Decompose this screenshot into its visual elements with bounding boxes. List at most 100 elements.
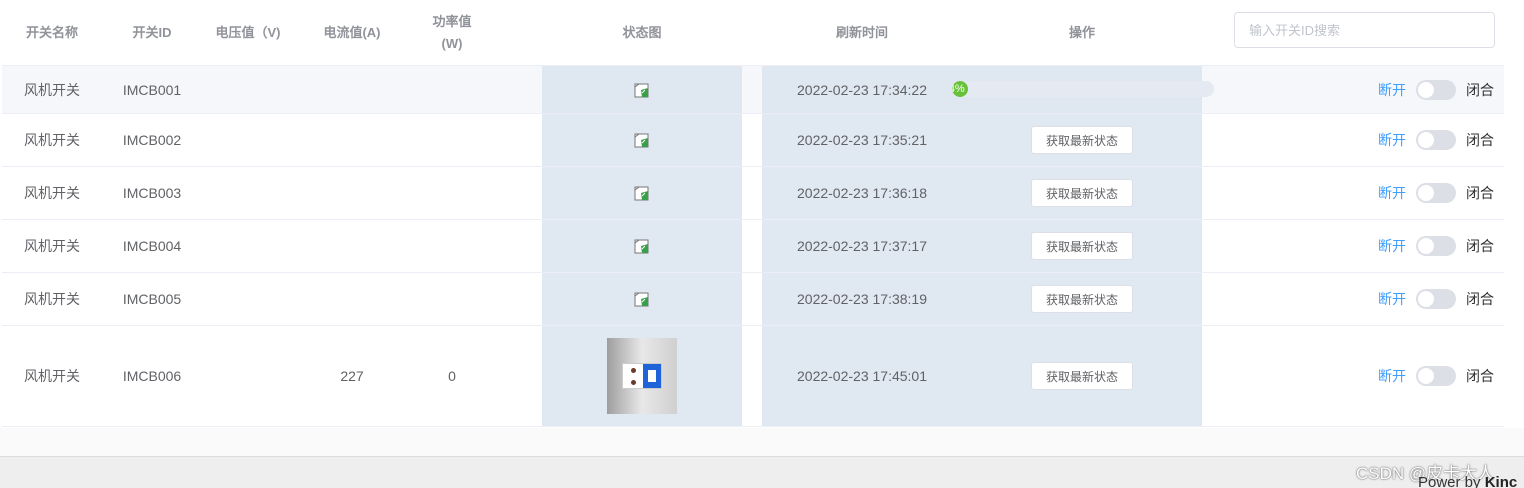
status-cell bbox=[542, 273, 742, 325]
off-label[interactable]: 断开 bbox=[1378, 130, 1406, 150]
table-row: 风机开关 IMCB006 227 0 2022-02-23 17:45:01 获… bbox=[2, 326, 1504, 427]
power-value bbox=[402, 167, 502, 219]
header-voltage: 电压值（V) bbox=[215, 24, 281, 40]
power-by-prefix: Power by bbox=[1418, 474, 1485, 488]
header-action: 操作 bbox=[1068, 24, 1095, 40]
breaker-status-icon[interactable] bbox=[633, 184, 651, 202]
switch-id: IMCB002 bbox=[122, 132, 182, 148]
header-status-image: 状态图 bbox=[622, 24, 662, 40]
switch-control: 断开 闭合 bbox=[1302, 114, 1502, 166]
power-toggle[interactable] bbox=[1416, 366, 1456, 386]
toggle-knob bbox=[1418, 185, 1434, 201]
on-label[interactable]: 闭合 bbox=[1466, 130, 1494, 150]
refresh-time: 2022-02-23 17:35:21 bbox=[762, 114, 962, 166]
switch-name: 风机开关 bbox=[24, 368, 80, 384]
on-label[interactable]: 闭合 bbox=[1466, 183, 1494, 203]
search-input[interactable] bbox=[1234, 12, 1495, 48]
get-latest-status-button[interactable]: 获取最新状态 bbox=[1030, 285, 1133, 313]
toggle-knob bbox=[1418, 132, 1434, 148]
power-toggle[interactable] bbox=[1416, 236, 1456, 256]
switch-id: IMCB004 bbox=[122, 238, 182, 254]
action-cell: 获取最新状态 bbox=[962, 220, 1202, 272]
switch-control: 断开 闭合 bbox=[1302, 167, 1502, 219]
current-value bbox=[302, 66, 402, 113]
breaker-status-icon[interactable] bbox=[633, 237, 651, 255]
power-toggle[interactable] bbox=[1416, 289, 1456, 309]
voltage-value bbox=[202, 114, 294, 166]
current-value: 227 bbox=[340, 368, 364, 384]
power-by-brand: Kinc bbox=[1484, 474, 1518, 488]
action-cell: 获取最新状态 bbox=[962, 273, 1202, 325]
header-power-line2: (W) bbox=[441, 35, 463, 51]
breaker-photo[interactable] bbox=[607, 338, 677, 414]
switch-name: 风机开关 bbox=[24, 132, 80, 148]
status-cell bbox=[542, 114, 742, 166]
action-cell: 获取最新状态 bbox=[962, 326, 1202, 426]
power-toggle[interactable] bbox=[1416, 79, 1456, 100]
header-power-line1: 功率值 bbox=[432, 13, 472, 29]
switch-id: IMCB003 bbox=[122, 185, 182, 201]
on-label[interactable]: 闭合 bbox=[1466, 289, 1494, 309]
switch-id: IMCB001 bbox=[122, 81, 182, 98]
current-value bbox=[302, 273, 402, 325]
on-label[interactable]: 闭合 bbox=[1466, 236, 1494, 256]
power-toggle[interactable] bbox=[1416, 130, 1456, 150]
table-bottom-spacer bbox=[0, 428, 1524, 456]
on-label[interactable]: 闭合 bbox=[1466, 80, 1494, 100]
table-row: 风机开关 IMCB001 2022-02-23 17:34:22 4% 断开 闭… bbox=[2, 66, 1504, 114]
get-latest-status-button[interactable]: 获取最新状态 bbox=[1030, 232, 1133, 260]
progress-fill: 4% bbox=[952, 81, 968, 97]
toggle-knob bbox=[1418, 368, 1434, 384]
power-by-text: Power by Kinc bbox=[1418, 474, 1517, 488]
refresh-time: 2022-02-23 17:34:22 bbox=[762, 66, 962, 113]
get-latest-status-button[interactable]: 获取最新状态 bbox=[1030, 362, 1133, 390]
switch-id: IMCB006 bbox=[122, 368, 182, 384]
switch-control: 断开 闭合 bbox=[1302, 326, 1502, 426]
refresh-time: 2022-02-23 17:36:18 bbox=[762, 167, 962, 219]
table-row: 风机开关 IMCB002 2022-02-23 17:35:21 获取最新状态 … bbox=[2, 114, 1504, 167]
voltage-value bbox=[202, 273, 294, 325]
off-label[interactable]: 断开 bbox=[1378, 289, 1406, 309]
switch-control: 断开 闭合 bbox=[1302, 273, 1502, 325]
switch-control: 断开 闭合 bbox=[1302, 66, 1502, 113]
progress-percent: 4% bbox=[952, 83, 965, 95]
switch-name: 风机开关 bbox=[24, 238, 80, 254]
refresh-time: 2022-02-23 17:45:01 bbox=[762, 326, 962, 426]
switch-name: 风机开关 bbox=[24, 291, 80, 307]
toggle-knob bbox=[1418, 81, 1434, 98]
off-label[interactable]: 断开 bbox=[1378, 183, 1406, 203]
table-row: 风机开关 IMCB004 2022-02-23 17:37:17 获取最新状态 … bbox=[2, 220, 1504, 273]
header-switch-id: 开关ID bbox=[132, 24, 172, 40]
power-toggle[interactable] bbox=[1416, 183, 1456, 203]
current-value bbox=[302, 167, 402, 219]
loading-progress-bar: 4% bbox=[952, 81, 1214, 97]
power-value bbox=[402, 220, 502, 272]
refresh-time: 2022-02-23 17:38:19 bbox=[762, 273, 962, 325]
get-latest-status-button[interactable]: 获取最新状态 bbox=[1030, 126, 1133, 154]
action-cell: 获取最新状态 bbox=[962, 114, 1202, 166]
breaker-status-icon[interactable] bbox=[633, 81, 651, 99]
breaker-graphic bbox=[622, 363, 662, 389]
switch-name: 风机开关 bbox=[24, 185, 80, 201]
voltage-value bbox=[202, 66, 294, 113]
status-cell bbox=[542, 220, 742, 272]
toggle-knob bbox=[1418, 238, 1434, 254]
on-label[interactable]: 闭合 bbox=[1466, 366, 1494, 386]
breaker-status-icon[interactable] bbox=[633, 290, 651, 308]
header-refresh-time: 刷新时间 bbox=[835, 24, 888, 40]
get-latest-status-button[interactable]: 获取最新状态 bbox=[1030, 179, 1133, 207]
status-cell bbox=[542, 66, 742, 113]
switch-control: 断开 闭合 bbox=[1302, 220, 1502, 272]
off-label[interactable]: 断开 bbox=[1378, 80, 1406, 100]
off-label[interactable]: 断开 bbox=[1378, 366, 1406, 386]
switch-id: IMCB005 bbox=[122, 291, 182, 307]
voltage-value bbox=[202, 326, 294, 426]
status-cell bbox=[542, 326, 742, 426]
switch-name: 风机开关 bbox=[24, 81, 80, 98]
action-cell: 获取最新状态 bbox=[962, 167, 1202, 219]
current-value bbox=[302, 114, 402, 166]
breaker-status-icon[interactable] bbox=[633, 131, 651, 149]
off-label[interactable]: 断开 bbox=[1378, 236, 1406, 256]
power-value bbox=[402, 273, 502, 325]
header-switch-name: 开关名称 bbox=[25, 24, 78, 40]
